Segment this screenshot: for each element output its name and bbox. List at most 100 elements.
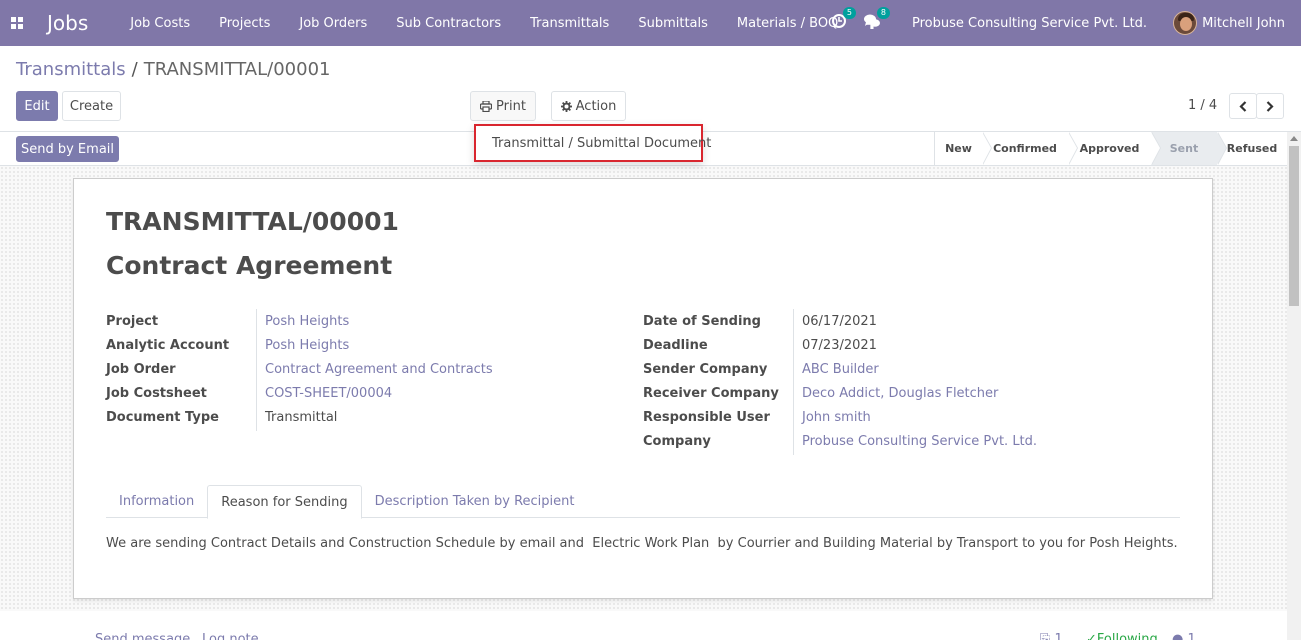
scrollbar[interactable] xyxy=(1287,132,1301,640)
print-dropdown-menu: Transmittal / Submittal Document xyxy=(474,124,711,162)
check-icon: ✓ xyxy=(1086,632,1097,640)
top-navbar: Jobs Job Costs Projects Job Orders Sub C… xyxy=(0,0,1301,46)
field-sender-company: Sender Company ABC Builder xyxy=(643,357,1037,381)
field-value[interactable]: Posh Heights xyxy=(257,314,349,329)
activity-badge: 5 xyxy=(842,7,857,19)
stage-pipeline: New Confirmed Approved Sent Refused xyxy=(934,132,1287,165)
menu-sub-contractors[interactable]: Sub Contractors xyxy=(396,16,501,31)
messages-badge: 8 xyxy=(876,7,891,19)
followers-button[interactable]: ● 1 xyxy=(1172,632,1196,640)
field-label: Date of Sending xyxy=(643,313,761,329)
tab-information[interactable]: Information xyxy=(106,485,207,518)
breadcrumb-transmittals[interactable]: Transmittals xyxy=(16,59,126,80)
field-value: 06/17/2021 xyxy=(802,313,877,329)
user-avatar[interactable] xyxy=(1173,11,1198,35)
systray: 5 8 Probuse Consulting Service Pvt. Ltd.… xyxy=(832,0,1301,46)
chevron-right-icon xyxy=(1266,100,1274,112)
field-document-type: Document Type Transmittal xyxy=(106,405,493,429)
action-label: Action xyxy=(575,98,617,114)
main-menu: Job Costs Projects Job Orders Sub Contra… xyxy=(130,14,907,33)
stage-refused[interactable]: Refused xyxy=(1217,132,1287,165)
user-menu[interactable]: Mitchell John xyxy=(1202,16,1285,31)
document-subject: Contract Agreement xyxy=(106,251,393,280)
followers-count: 1 xyxy=(1187,632,1196,640)
field-company: Company Probuse Consulting Service Pvt. L… xyxy=(643,429,1037,453)
pager-previous-button[interactable] xyxy=(1229,93,1257,119)
stage-approved[interactable]: Approved xyxy=(1068,132,1161,165)
print-icon xyxy=(480,100,493,112)
left-field-group: Project Posh Heights Analytic Account Posh… xyxy=(106,309,493,429)
field-label: Deadline xyxy=(643,337,708,353)
create-button[interactable]: Create xyxy=(62,91,121,121)
field-value[interactable]: John smith xyxy=(794,410,871,425)
field-value[interactable]: Deco Addict, Douglas Fletcher xyxy=(794,386,998,401)
breadcrumb-current: TRANSMITTAL/00001 xyxy=(143,59,331,80)
field-label: Company xyxy=(643,433,711,449)
stage-confirmed[interactable]: Confirmed xyxy=(982,132,1078,165)
field-value: 07/23/2021 xyxy=(802,337,877,353)
field-label: Responsible User xyxy=(643,409,770,425)
print-menu-item-transmittal-document[interactable]: Transmittal / Submittal Document xyxy=(492,136,711,151)
app-brand[interactable]: Jobs xyxy=(47,11,88,35)
breadcrumb: Transmittals / TRANSMITTAL/00001 xyxy=(16,59,330,80)
stage-new[interactable]: New xyxy=(935,132,992,165)
breadcrumb-separator: / xyxy=(131,59,138,80)
menu-projects[interactable]: Projects xyxy=(219,16,270,31)
print-button[interactable]: Print xyxy=(470,91,536,121)
field-label: Receiver Company xyxy=(643,385,779,401)
attachment-count-button[interactable]: ⎘ 1 xyxy=(1040,632,1063,640)
field-job-costsheet: Job Costsheet COST-SHEET/00004 xyxy=(106,381,493,405)
field-label: Analytic Account xyxy=(106,337,230,353)
field-project: Project Posh Heights xyxy=(106,309,493,333)
print-label: Print xyxy=(496,98,526,114)
field-analytic-account: Analytic Account Posh Heights xyxy=(106,333,493,357)
menu-job-costs[interactable]: Job Costs xyxy=(130,16,190,31)
log-note-button[interactable]: Log note xyxy=(202,632,259,640)
field-deadline: Deadline 07/23/2021 xyxy=(643,333,1037,357)
menu-job-orders[interactable]: Job Orders xyxy=(299,16,367,31)
pager-value[interactable]: 1 / 4 xyxy=(1188,98,1217,113)
send-by-email-button[interactable]: Send by Email xyxy=(16,136,119,162)
menu-materials-boq[interactable]: Materials / BOQ xyxy=(737,16,838,31)
field-label: Job Costsheet xyxy=(106,385,207,401)
document-name: TRANSMITTAL/00001 xyxy=(106,207,399,236)
right-field-group: Date of Sending 06/17/2021 Deadline 07/23/… xyxy=(643,309,1037,453)
field-value[interactable]: Probuse Consulting Service Pvt. Ltd. xyxy=(794,434,1037,449)
field-job-order: Job Order Contract Agreement and Contract… xyxy=(106,357,493,381)
activity-clock-icon[interactable]: 5 xyxy=(832,7,857,32)
menu-submittals[interactable]: Submittals xyxy=(638,16,708,31)
send-message-button[interactable]: Send message xyxy=(95,632,190,640)
menu-transmittals[interactable]: Transmittals xyxy=(530,16,609,31)
field-divider xyxy=(793,309,794,455)
field-value[interactable]: COST-SHEET/00004 xyxy=(257,386,392,401)
notebook-tabs: Information Reason for Sending Descripti… xyxy=(106,485,1180,519)
field-divider xyxy=(256,309,257,431)
field-value[interactable]: Posh Heights xyxy=(257,338,349,353)
messages-icon[interactable]: 8 xyxy=(864,7,891,32)
field-receiver-company: Receiver Company Deco Addict, Douglas Fle… xyxy=(643,381,1037,405)
tab-reason-for-sending[interactable]: Reason for Sending xyxy=(207,485,362,519)
field-date-of-sending: Date of Sending 06/17/2021 xyxy=(643,309,1037,333)
action-button[interactable]: Action xyxy=(551,91,626,121)
field-label: Document Type xyxy=(106,409,219,425)
company-switcher[interactable]: Probuse Consulting Service Pvt. Ltd. xyxy=(912,16,1147,31)
following-label: Following xyxy=(1096,632,1158,640)
field-value[interactable]: ABC Builder xyxy=(794,362,879,377)
gear-icon xyxy=(560,100,572,112)
field-label: Project xyxy=(106,313,159,329)
apps-menu-icon[interactable] xyxy=(0,0,34,46)
following-button[interactable]: ✓Following xyxy=(1086,632,1158,640)
chatter: Send message Log note ⎘ 1 ✓Following ● 1 xyxy=(0,611,1287,640)
attachment-count: 1 xyxy=(1054,632,1063,640)
edit-button[interactable]: Edit xyxy=(16,91,58,121)
scroll-up-arrow-icon[interactable] xyxy=(1290,136,1298,141)
field-responsible-user: Responsible User John smith xyxy=(643,405,1037,429)
pager-next-button[interactable] xyxy=(1256,93,1284,119)
field-value: Transmittal xyxy=(265,409,338,425)
chevron-left-icon xyxy=(1239,100,1247,112)
tab-description-taken-by-recipient[interactable]: Description Taken by Recipient xyxy=(362,485,588,518)
reason-for-sending-text: We are sending Contract Details and Cons… xyxy=(106,536,1178,551)
user-icon: ● xyxy=(1172,632,1188,640)
scrollbar-thumb[interactable] xyxy=(1289,146,1299,306)
field-value[interactable]: Contract Agreement and Contracts xyxy=(257,362,493,377)
